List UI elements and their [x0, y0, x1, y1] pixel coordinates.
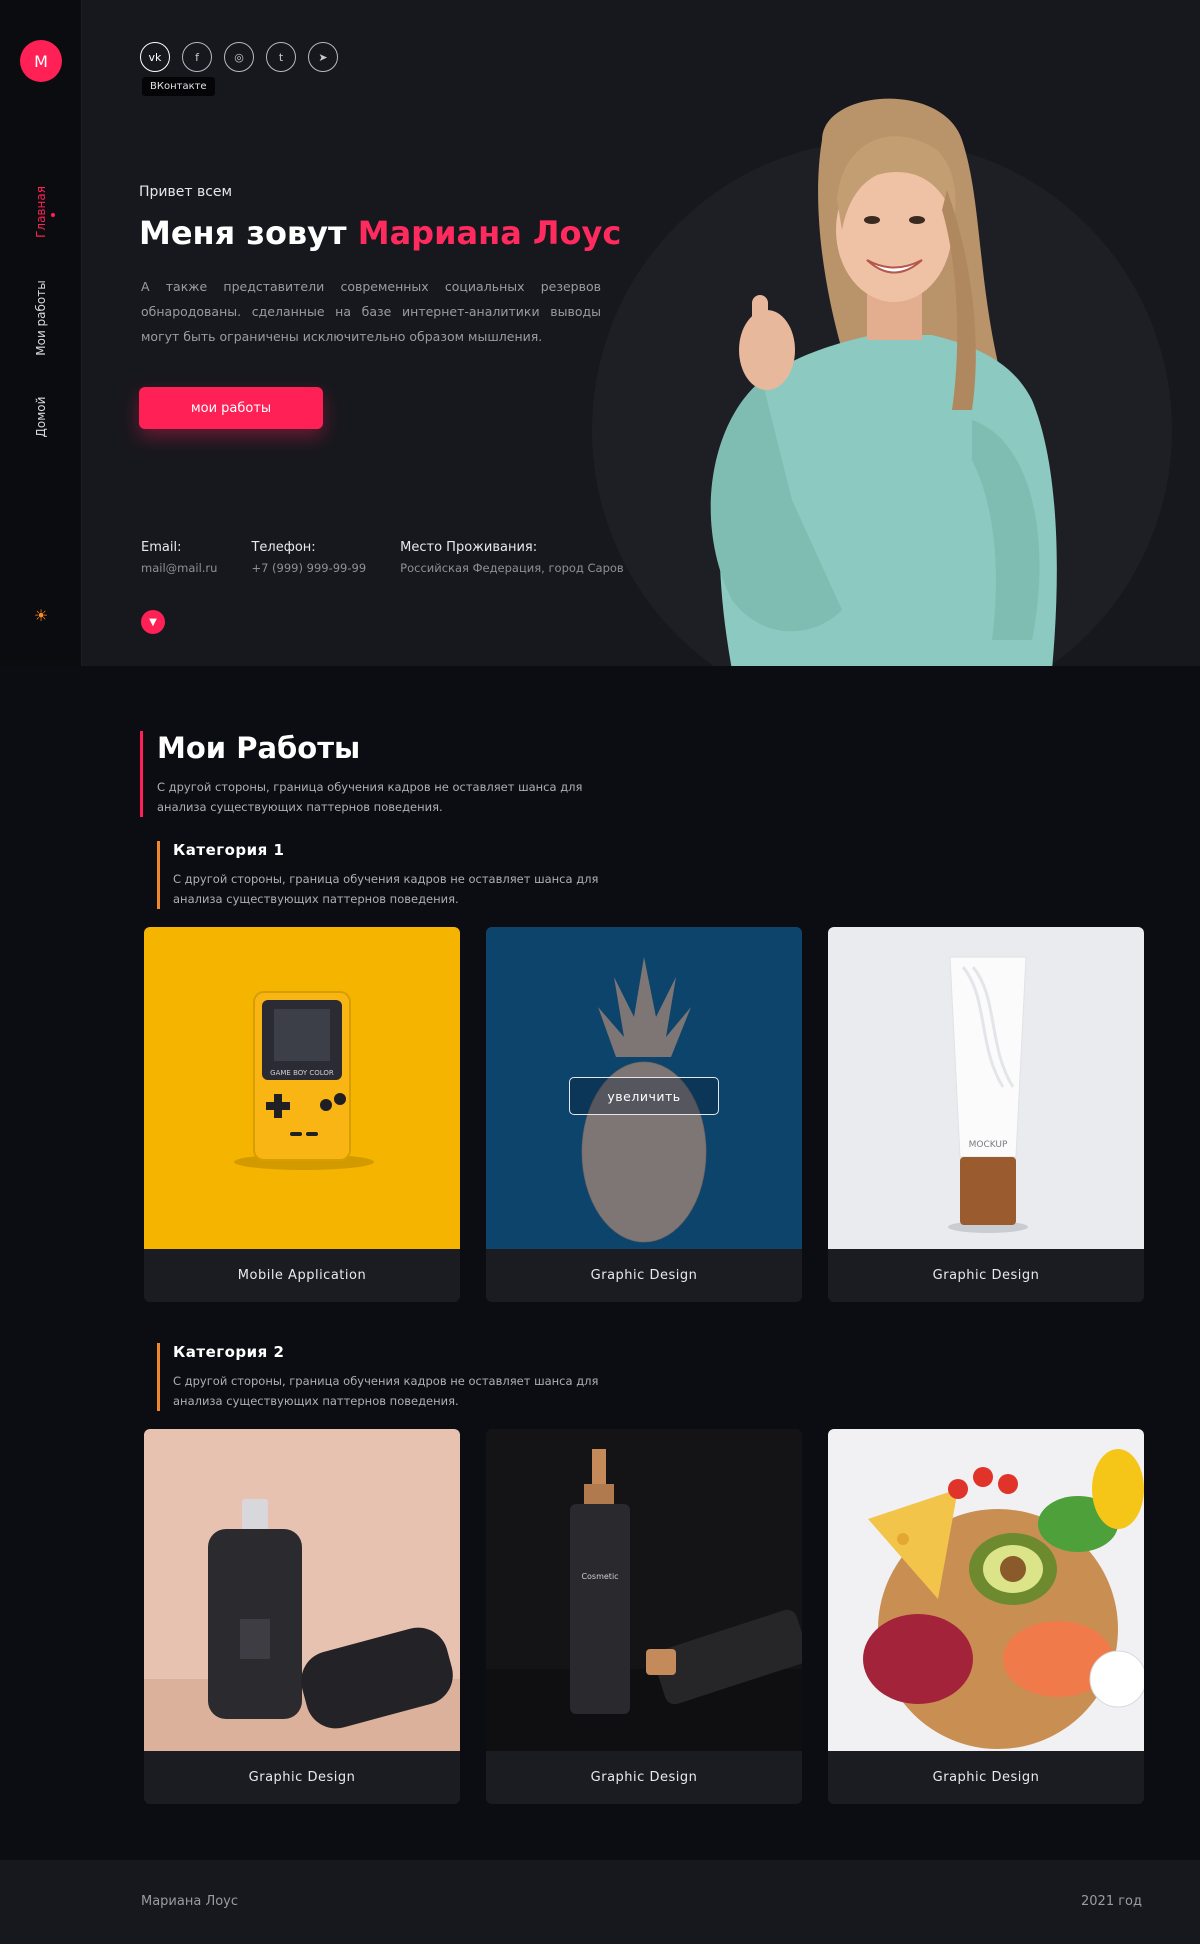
- svg-text:Cosmetic: Cosmetic: [581, 1572, 618, 1581]
- cosmetic-bottles-image: Cosmetic: [486, 1429, 802, 1751]
- my-works-button[interactable]: мои работы: [139, 387, 323, 429]
- portfolio-card[interactable]: увеличить Graphic Design: [486, 927, 802, 1302]
- category-1-header: Категория 1 С другой стороны, граница об…: [157, 841, 603, 909]
- card-label: Graphic Design: [248, 1770, 356, 1785]
- svg-text:GAME BOY COLOR: GAME BOY COLOR: [270, 1069, 334, 1077]
- category-description: С другой стороны, граница обучения кадро…: [173, 1374, 599, 1408]
- social-tooltip: ВКонтакте: [142, 77, 215, 96]
- zoom-button[interactable]: увеличить: [569, 1077, 719, 1115]
- sidebar-item-my-works[interactable]: Мои работы: [34, 280, 48, 356]
- hero-greeting: Привет всем: [139, 184, 233, 200]
- contact-phone: Телефон: +7 (999) 999-99-99: [251, 540, 366, 575]
- logo[interactable]: M: [20, 40, 62, 82]
- contact-label: Место Проживания:: [400, 540, 538, 555]
- contact-email: Email: mail@mail.ru: [141, 540, 217, 575]
- hero-title: Меня зовут Мариана Лоус: [139, 214, 621, 252]
- active-indicator-dot: [51, 213, 55, 217]
- hero-lead-text: А также представители современных социал…: [141, 279, 601, 344]
- vk-icon[interactable]: vk: [140, 42, 170, 72]
- food-board-image: [828, 1429, 1144, 1751]
- card-label: Graphic Design: [932, 1268, 1040, 1283]
- portfolio-card[interactable]: Graphic Design: [144, 1429, 460, 1804]
- telegram-icon[interactable]: ➤: [308, 42, 338, 72]
- hero-title-prefix: Меня зовут: [139, 214, 347, 252]
- category-description: С другой стороны, граница обучения кадро…: [173, 872, 599, 906]
- social-links: vk f ◎ t ➤: [140, 42, 338, 72]
- footer-name: Мариана Лоус: [141, 1894, 239, 1909]
- sun-icon[interactable]: ☀: [30, 604, 52, 626]
- twitter-icon[interactable]: t: [266, 42, 296, 72]
- contact-value[interactable]: mail@mail.ru: [141, 561, 217, 575]
- card-label: Graphic Design: [932, 1770, 1040, 1785]
- card-label: Mobile Application: [237, 1268, 367, 1283]
- contact-value: Российская Федерация, город Саров: [400, 561, 624, 575]
- cream-tube-image: MOCKUP: [828, 927, 1144, 1249]
- sidebar-item-home[interactable]: Главная: [34, 186, 48, 238]
- hero-title-name: Мариана Лоус: [357, 214, 622, 252]
- footer: Мариана Лоус 2021 год: [0, 1860, 1200, 1944]
- portfolio-card[interactable]: MOCKUP Graphic Design: [828, 927, 1144, 1302]
- contact-location: Место Проживания: Российская Федерация, …: [400, 540, 624, 575]
- portfolio-card[interactable]: Cosmetic Graphic Design: [486, 1429, 802, 1804]
- works-header: Мои Работы С другой стороны, граница обу…: [140, 731, 587, 817]
- contact-info: Email: mail@mail.ru Телефон: +7 (999) 99…: [141, 540, 624, 575]
- chevron-down-icon[interactable]: ▼: [141, 610, 165, 634]
- works-title: Мои Работы: [157, 731, 361, 765]
- category-2-header: Категория 2 С другой стороны, граница об…: [157, 1343, 603, 1411]
- sidebar-item-home-alt[interactable]: Домой: [34, 397, 48, 438]
- contact-label: Телефон:: [251, 540, 316, 555]
- facebook-icon[interactable]: f: [182, 42, 212, 72]
- contact-value[interactable]: +7 (999) 999-99-99: [251, 561, 366, 575]
- card-label: Graphic Design: [590, 1268, 698, 1283]
- gameboy-image: GAME BOY COLOR: [144, 927, 460, 1249]
- category-title: Категория 1: [173, 841, 285, 859]
- contact-label: Email:: [141, 540, 182, 555]
- sidebar: M Главная Мои работы Домой ☀: [0, 0, 82, 666]
- svg-text:MOCKUP: MOCKUP: [969, 1140, 1008, 1150]
- portfolio-card[interactable]: GAME BOY COLOR Mobile Application: [144, 927, 460, 1302]
- hero-section: vk f ◎ t ➤ ВКонтакте Привет всем Меня зо…: [82, 0, 1200, 666]
- dark-bottles-image: [144, 1429, 460, 1751]
- card-label: Graphic Design: [590, 1770, 698, 1785]
- works-description: С другой стороны, граница обучения кадро…: [157, 780, 583, 814]
- portfolio-card[interactable]: Graphic Design: [828, 1429, 1144, 1804]
- portrait-image: [710, 98, 1057, 666]
- category-title: Категория 2: [173, 1343, 285, 1361]
- instagram-icon[interactable]: ◎: [224, 42, 254, 72]
- footer-year: 2021 год: [1081, 1894, 1142, 1909]
